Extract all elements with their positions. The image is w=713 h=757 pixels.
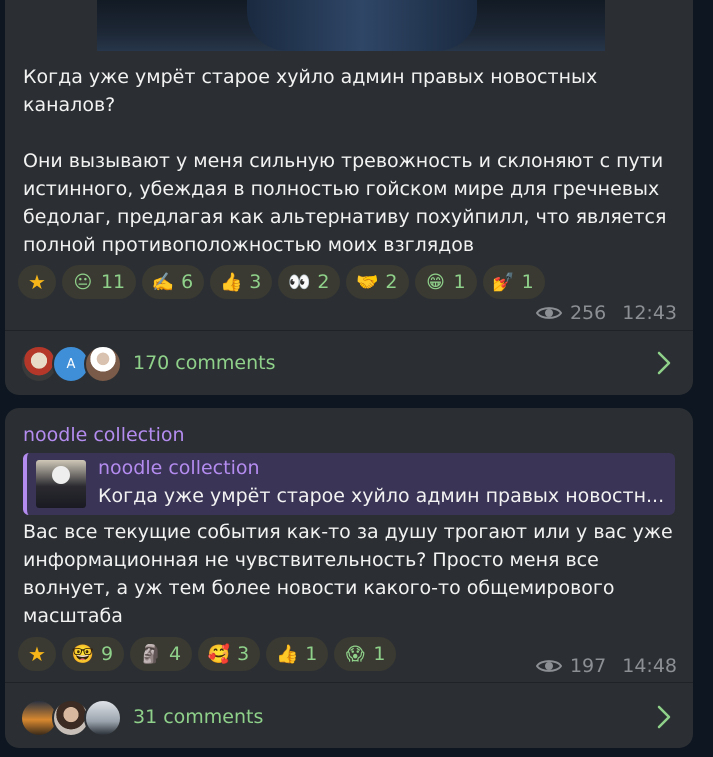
reaction-button[interactable]: 🥰 3 <box>198 637 261 671</box>
reaction-button[interactable]: 😁 1 <box>414 265 477 299</box>
message-time: 14:48 <box>622 655 677 677</box>
screaming-face-emoji-icon: 😱 <box>345 643 365 665</box>
chevron-right-icon <box>657 351 671 375</box>
reaction-button[interactable]: 👀 2 <box>278 265 341 299</box>
reaction-count: 11 <box>100 271 126 293</box>
reaction-button[interactable]: 😐 11 <box>61 265 137 299</box>
reply-thumbnail <box>36 460 86 508</box>
paid-reaction-button[interactable]: ★ <box>18 637 56 671</box>
handshake-emoji-icon: 🤝 <box>356 271 379 293</box>
reaction-count: 6 <box>181 271 194 293</box>
message-meta: 256 12:43 <box>535 302 677 324</box>
channel-name[interactable]: noodle collection <box>23 424 185 446</box>
reply-text: Когда уже умрёт старое хуйло админ правы… <box>98 485 665 507</box>
message-text: Когда уже умрёт старое хуйло админ правы… <box>23 66 667 256</box>
paid-reaction-button[interactable]: ★ <box>18 265 56 299</box>
reaction-count: 4 <box>169 643 182 665</box>
reaction-count: 1 <box>305 643 318 665</box>
reaction-count: 2 <box>385 271 398 293</box>
reaction-button[interactable]: 💅 1 <box>482 265 545 299</box>
post-media-image[interactable] <box>97 0 605 51</box>
comments-button[interactable]: A 170 comments <box>5 332 693 394</box>
grinning-face-emoji-icon: 😁 <box>426 271 445 293</box>
reaction-count: 3 <box>249 271 262 293</box>
star-icon: ★ <box>28 270 46 294</box>
reaction-count: 1 <box>373 643 386 665</box>
reaction-button[interactable]: 👍 1 <box>266 637 329 671</box>
reaction-button[interactable]: 👍 3 <box>210 265 273 299</box>
eye-icon <box>535 307 562 319</box>
message-time: 12:43 <box>622 302 677 324</box>
reaction-count: 1 <box>453 271 466 293</box>
nail-polish-emoji-icon: 💅 <box>492 271 515 293</box>
thumbnail-figure <box>52 466 70 484</box>
chevron-right-icon <box>657 705 671 729</box>
message-bubble[interactable]: Когда уже умрёт старое хуйло админ правы… <box>5 0 693 395</box>
views-count: 256 <box>569 302 607 324</box>
nerd-face-emoji-icon: 🤓 <box>71 643 95 665</box>
views-count: 197 <box>569 655 607 677</box>
comments-divider <box>5 682 693 683</box>
reaction-count: 2 <box>317 271 330 293</box>
thumbs-up-emoji-icon: 👍 <box>220 271 243 293</box>
reply-quote[interactable]: noodle collection Когда уже умрёт старое… <box>23 453 675 515</box>
reaction-count: 9 <box>100 643 114 665</box>
eyes-emoji-icon: 👀 <box>288 271 311 293</box>
reaction-button[interactable]: 🗿 4 <box>130 637 193 671</box>
avatar <box>84 345 122 383</box>
avatar <box>84 699 122 737</box>
message-meta: 197 14:48 <box>535 655 677 677</box>
comments-button[interactable]: 31 comments <box>5 686 693 748</box>
thumbs-up-emoji-icon: 👍 <box>276 643 299 665</box>
message-text: Вас все текущие события как-то за душу т… <box>23 521 679 627</box>
comments-count-label: 170 comments <box>133 352 276 374</box>
reaction-count: 1 <box>521 271 534 293</box>
commenter-avatars: A <box>20 343 130 383</box>
reaction-count: 3 <box>237 643 250 665</box>
star-icon: ★ <box>28 642 46 666</box>
reactions-bar: ★ 🤓 9 🗿 4 🥰 3 👍 1 😱 1 <box>18 637 397 671</box>
moai-emoji-icon: 🗿 <box>139 643 163 665</box>
reaction-button[interactable]: 🤓 9 <box>61 637 125 671</box>
writing-hand-emoji-icon: ✍️ <box>151 271 175 293</box>
commenter-avatars <box>20 697 130 737</box>
avatar-letter: A <box>66 356 76 372</box>
comments-count-label: 31 comments <box>133 706 264 728</box>
neutral-face-emoji-icon: 😐 <box>73 271 93 293</box>
reply-title: noodle collection <box>98 457 260 479</box>
reaction-button[interactable]: ✍️ 6 <box>142 265 205 299</box>
eye-icon <box>535 660 562 672</box>
reaction-button[interactable]: 😱 1 <box>334 637 397 671</box>
reaction-button[interactable]: 🤝 2 <box>346 265 409 299</box>
smiling-hearts-emoji-icon: 🥰 <box>207 643 231 665</box>
comments-divider <box>5 330 693 331</box>
message-bubble[interactable]: noodle collection noodle collection Когд… <box>5 408 693 748</box>
reactions-bar: ★ 😐 11 ✍️ 6 👍 3 👀 2 🤝 2 😁 1 💅 1 <box>18 265 545 299</box>
media-content <box>247 0 477 51</box>
